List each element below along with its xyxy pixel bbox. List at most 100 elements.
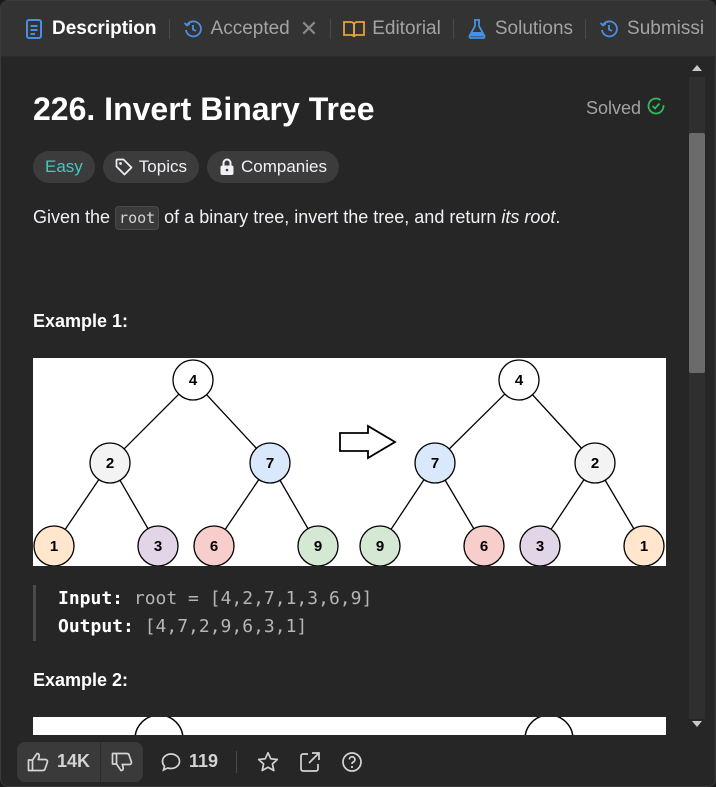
svg-text:1: 1 <box>50 538 58 555</box>
problem-title[interactable]: 226. Invert Binary Tree <box>33 91 375 128</box>
solved-status: Solved <box>586 97 665 120</box>
vote-group: 14K <box>17 741 144 782</box>
tree-node: 1 <box>623 525 665 567</box>
input-label: Input: <box>58 588 124 609</box>
like-button[interactable]: 14K <box>17 742 100 782</box>
svg-text:4: 4 <box>515 372 524 389</box>
dislike-button[interactable] <box>101 742 143 782</box>
tree-node: 7 <box>414 442 456 484</box>
thumbs-up-icon <box>27 752 49 772</box>
close-icon[interactable]: ✕ <box>300 16 318 42</box>
tab-label: Description <box>52 17 157 39</box>
tab-bar: Description Accepted ✕ Editorial Solutio… <box>1 1 715 57</box>
tab-label: Solutions <box>494 17 574 39</box>
desc-text: Given the <box>33 207 116 227</box>
svg-text:4: 4 <box>189 372 198 389</box>
example-output-line: Output: [4,7,2,9,6,3,1] <box>58 613 372 641</box>
example-2-diagram <box>33 717 666 735</box>
tab-divider <box>168 18 170 39</box>
svg-text:2: 2 <box>106 455 114 472</box>
tab-submissions[interactable]: Submissi <box>590 9 712 49</box>
svg-text:6: 6 <box>210 538 218 555</box>
tree-node: 2 <box>574 442 616 484</box>
difficulty-label: Easy <box>45 157 83 176</box>
tree-node: 4 <box>172 359 214 401</box>
example-1-diagram: 4 2 7 1 3 6 9 4 7 2 9 6 3 1 <box>33 358 666 567</box>
topics-button[interactable]: Topics <box>102 151 199 183</box>
example-1-io: Input: root = [4,2,7,1,3,6,9] Output: [4… <box>33 585 372 641</box>
scrollbar-thumb[interactable] <box>689 133 705 373</box>
help-icon[interactable] <box>341 751 363 773</box>
tab-label: Editorial <box>372 17 441 39</box>
input-value: root = [4,2,7,1,3,6,9] <box>133 588 373 609</box>
desc-emphasis: its root <box>501 207 556 227</box>
example-1-heading: Example 1: <box>33 311 129 331</box>
tree-inversion-diagram: 4 2 7 1 3 6 9 4 7 2 9 6 3 1 <box>33 359 665 567</box>
tag-icon <box>115 158 133 176</box>
comment-count: 119 <box>189 751 219 771</box>
tab-description[interactable]: Description <box>15 9 165 49</box>
tab-divider <box>585 18 587 39</box>
bottom-divider <box>236 750 238 773</box>
desc-text: of a binary tree, invert the tree, and r… <box>159 207 502 227</box>
tab-solutions[interactable]: Solutions <box>458 9 581 49</box>
tag-chips: Easy Topics Companies <box>33 151 339 183</box>
tab-editorial[interactable]: Editorial <box>335 9 449 49</box>
example-2-tree-partial <box>134 717 574 735</box>
tab-label: Accepted <box>210 17 290 39</box>
svg-text:1: 1 <box>640 538 648 555</box>
bottom-action-bar: 14K 119 <box>1 735 715 786</box>
solved-label: Solved <box>585 98 641 118</box>
svg-text:9: 9 <box>376 538 384 555</box>
like-count: 14K <box>57 751 91 771</box>
scroll-down-icon[interactable] <box>692 721 702 727</box>
arrow-right-icon <box>339 424 397 460</box>
tree-node: 6 <box>463 525 505 567</box>
example-2-heading: Example 2: <box>33 670 129 690</box>
topics-label: Topics <box>138 157 187 176</box>
svg-text:2: 2 <box>591 455 599 472</box>
vertical-scrollbar[interactable] <box>687 57 707 735</box>
example-input-line: Input: root = [4,2,7,1,3,6,9] <box>58 585 372 613</box>
history-icon <box>182 18 204 40</box>
svg-text:7: 7 <box>431 455 439 472</box>
svg-text:6: 6 <box>480 538 488 555</box>
tree-node: 1 <box>33 525 75 567</box>
comment-icon <box>161 752 181 772</box>
tree-node: 9 <box>297 525 339 567</box>
history-icon <box>598 18 620 40</box>
thumbs-down-icon <box>111 752 133 772</box>
svg-text:9: 9 <box>314 538 322 555</box>
tab-divider <box>330 18 332 39</box>
description-icon <box>23 18 45 40</box>
inline-code: root <box>115 206 160 230</box>
book-icon <box>343 18 366 40</box>
scroll-up-icon[interactable] <box>692 65 702 71</box>
desc-text: . <box>555 207 561 227</box>
tree-node: 6 <box>193 525 235 567</box>
tab-accepted[interactable]: Accepted ✕ <box>174 9 327 49</box>
svg-text:3: 3 <box>536 538 544 555</box>
comments-button[interactable]: 119 <box>161 751 218 772</box>
tree-node: 7 <box>249 442 291 484</box>
check-circle-icon <box>641 97 665 120</box>
companies-button[interactable]: Companies <box>206 151 339 183</box>
tree-node: 3 <box>519 525 561 567</box>
difficulty-badge: Easy <box>33 151 95 183</box>
share-icon[interactable] <box>299 751 321 773</box>
description-panel[interactable]: 226. Invert Binary Tree Solved Easy Topi… <box>11 57 687 735</box>
tree-node: 2 <box>89 442 131 484</box>
tab-label: Submissi <box>627 17 705 39</box>
flask-icon <box>466 18 488 40</box>
tree-node: 9 <box>359 525 401 567</box>
problem-window: Description Accepted ✕ Editorial Solutio… <box>0 0 716 787</box>
output-label: Output: <box>58 616 134 637</box>
tree-node: 3 <box>137 525 179 567</box>
output-value: [4,7,2,9,6,3,1] <box>144 616 308 637</box>
star-icon[interactable] <box>257 751 279 773</box>
tree-node: 4 <box>498 359 540 401</box>
problem-description: Given the root of a binary tree, invert … <box>33 206 561 230</box>
lock-icon <box>219 158 235 176</box>
tab-divider <box>452 18 454 39</box>
svg-text:3: 3 <box>154 538 162 555</box>
